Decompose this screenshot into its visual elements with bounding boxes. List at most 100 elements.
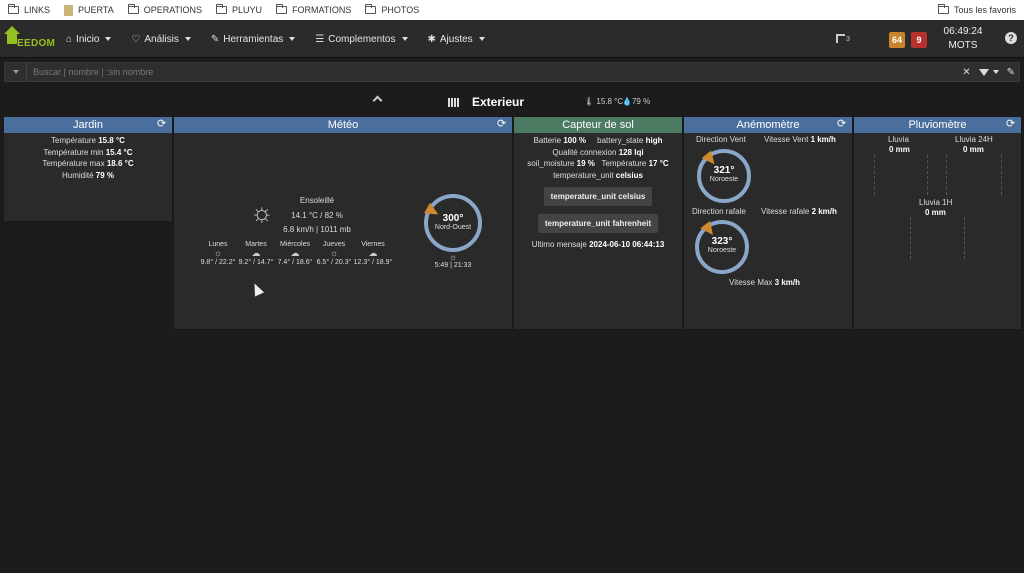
panel-header[interactable]: Anémomètre ⟳ (684, 117, 852, 133)
capteur-row: Qualité connexion 128 lqi (514, 147, 682, 159)
object-title[interactable]: Exterieur (472, 95, 524, 109)
list-icon: ☰ (315, 33, 325, 45)
vitesse-max-label: Vitesse Max (729, 278, 773, 287)
caret-down-icon (289, 37, 296, 41)
panel-title: Capteur de sol (562, 119, 634, 131)
menu-ajustes[interactable]: ✱ Ajustes (428, 34, 485, 45)
edit-icon[interactable]: ✎ (1007, 67, 1015, 78)
search-input[interactable] (33, 65, 933, 79)
row-value: 15.8 °C (98, 136, 125, 145)
flag-icon (836, 34, 845, 43)
caret-down-icon (478, 37, 485, 41)
meteo-temp-hum: 14.1 °C / 82 % (291, 211, 343, 220)
funnel-shape (978, 68, 989, 76)
bookmark-puerta[interactable]: PUERTA (64, 4, 114, 16)
stethoscope-icon: ♡ (131, 33, 141, 45)
row-label: Qualité connexion (552, 147, 617, 157)
vitesse-max-value: 3 km/h (774, 278, 801, 287)
compass2-degree: 323° (711, 236, 733, 247)
search-dropdown[interactable] (5, 63, 27, 81)
temperature-fahrenheit-button[interactable]: temperature_unit fahrenheit (537, 214, 659, 233)
bookmark-photos[interactable]: PHOTOS (365, 4, 419, 15)
refresh-icon[interactable]: ⟳ (157, 119, 168, 130)
jardin-row: Température max 18.6 °C (4, 158, 172, 170)
vitesse-rafale: Vitesse rafale 2 km/h (761, 207, 837, 216)
folder-icon (937, 4, 949, 14)
refresh-icon[interactable]: ⟳ (1006, 119, 1017, 130)
menu-complementos[interactable]: ☰ Complementos (315, 33, 408, 45)
clock-time: 06:49:24 (943, 26, 983, 37)
bookmarks-bar: LINKS PUERTA OPERATIONS PLUYU FORMATIONS… (0, 0, 1024, 20)
flag-count: 3 (846, 36, 850, 43)
object-humidity-value: 79 % (631, 97, 651, 106)
sun-icon: ☼ (250, 197, 274, 227)
sunrise-icon: ☼ (448, 252, 458, 262)
rain-gauge-tick (964, 217, 966, 259)
row-value: high (645, 136, 663, 145)
clear-icon[interactable]: ✕ (962, 67, 970, 78)
refresh-icon[interactable]: ⟳ (497, 119, 508, 130)
badge-orange[interactable]: 64 (889, 32, 906, 48)
chevron-up-icon[interactable] (372, 95, 383, 106)
caret-down-icon (401, 37, 408, 41)
menu-analisis[interactable]: ♡ Análisis (131, 33, 191, 45)
panel-header[interactable]: Jardin ⟳ (4, 117, 172, 133)
menu-inicio[interactable]: ⌂ Inicio (66, 34, 112, 45)
panel-header[interactable]: Météo ⟳ (174, 117, 512, 133)
meteo-wind-press: 6.8 km/h | 1011 mb (283, 225, 351, 234)
panel-header[interactable]: Capteur de sol (514, 117, 682, 133)
row-value: 19 % (576, 159, 595, 168)
last-message-value: 2024-06-10 06:44:13 (589, 240, 665, 249)
sun-times: 5:49 | 21:33 (434, 262, 472, 269)
refresh-icon[interactable]: ⟳ (837, 119, 848, 130)
badge-red[interactable]: 9 (911, 32, 927, 48)
bookmark-links[interactable]: LINKS (8, 4, 50, 15)
search-tools: ✕ ✎ (962, 63, 1015, 81)
compass-direction: Nord-Ouest (434, 224, 472, 231)
forecast-day: Miércoles ☁ 7.4° / 18.6° (273, 241, 317, 266)
jardin-values: Température 15.8 °C Température min 15.4… (4, 133, 172, 181)
panel-header[interactable]: Pluviomètre ⟳ (854, 117, 1021, 133)
jardin-row: Température min 15.4 °C (4, 147, 172, 159)
capteur-row: soil_moisture 19 % Température 17 °C (514, 158, 682, 170)
object-temp: 🌡 15.8 °C (584, 97, 623, 106)
row-value: 18.6 °C (106, 159, 134, 168)
panel-meteo: Météo ⟳ ☼ Ensoleillé 14.1 °C / 82 % 6.8 … (173, 116, 513, 330)
gear-icon: ✱ (427, 33, 436, 45)
jeedom-logo[interactable]: EEDOM (4, 26, 56, 52)
chevron-down-icon (992, 70, 999, 74)
filter-icon[interactable] (978, 68, 999, 76)
bookmark-pluyu[interactable]: PLUYU (216, 4, 262, 15)
last-message-label: Ultimo mensaje (531, 240, 587, 249)
rain-gauge-tick (927, 155, 929, 195)
cloud-icon: ☁ (290, 248, 300, 258)
grid-icon[interactable] (448, 98, 459, 107)
forecast-day-label: Jueves (322, 241, 346, 248)
clock-user: MOTS (948, 40, 978, 51)
menu-herramientas[interactable]: ✎ Herramientas (211, 34, 296, 45)
forecast-range: 6.5° / 20.3° (316, 259, 352, 266)
object-temp-value: 15.8 °C (596, 97, 624, 106)
search-bar: ✕ ✎ (4, 62, 1020, 82)
lluvia1-value: 0 mm (925, 208, 946, 217)
temperature-celsius-button[interactable]: temperature_unit celsius (543, 187, 653, 206)
bookmark-all-favorites[interactable]: Tous les favoris (937, 0, 1016, 20)
folder-icon (365, 4, 377, 14)
row-label: Température min (43, 147, 104, 157)
cloud-icon: ☁ (368, 248, 378, 258)
logo-house-icon (4, 26, 20, 34)
compass1-degree: 321° (713, 165, 735, 176)
row-value: celsius (615, 170, 643, 180)
bookmark-formations[interactable]: FORMATIONS (276, 4, 351, 15)
row-label: Batterie (533, 136, 562, 145)
forecast-day: Viernes ☁ 12.3° / 18.9° (351, 241, 395, 266)
compass2-direction: Noroeste (707, 247, 737, 254)
help-icon[interactable]: ? (1005, 32, 1017, 44)
panel-pluviometre: Pluviomètre ⟳ Lluvia 0 mm Lluvia 24H 0 m… (853, 116, 1022, 330)
bookmark-operations[interactable]: OPERATIONS (127, 4, 202, 15)
flag-indicator[interactable]: 3 (836, 34, 850, 43)
vitesse-max: Vitesse Max 3 km/h (729, 278, 800, 287)
panel-title: Jardin (73, 119, 103, 131)
capteur-row: Batterie 100 % battery_state high (514, 135, 682, 147)
jardin-row: Température 15.8 °C (4, 135, 172, 147)
